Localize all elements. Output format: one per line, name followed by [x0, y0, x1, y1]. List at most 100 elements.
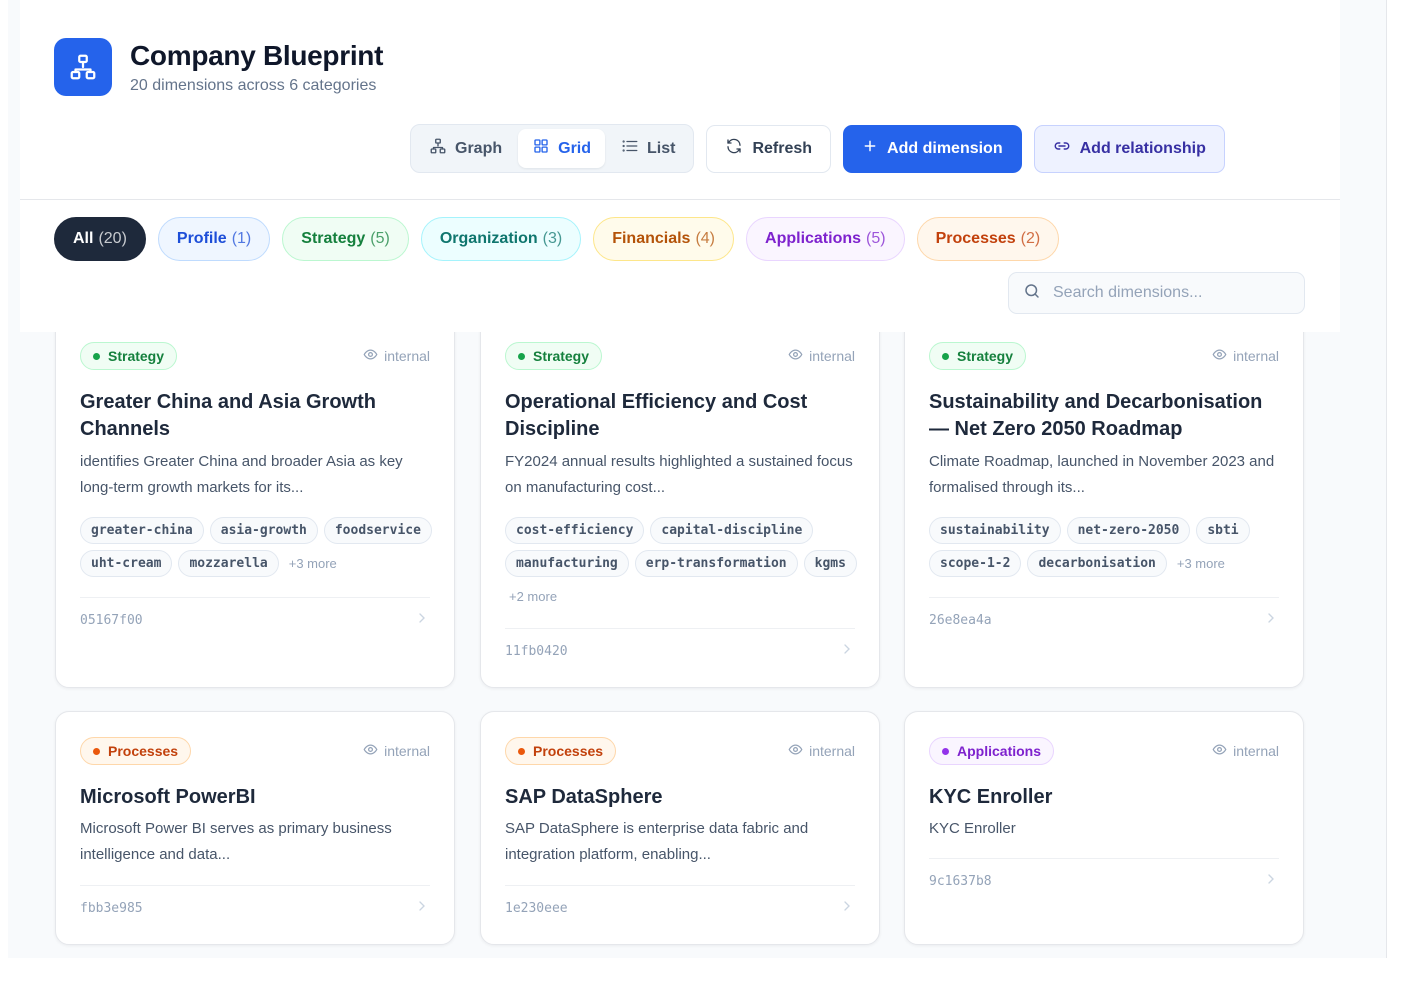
- filter-chip-all[interactable]: All (20): [54, 217, 146, 261]
- card-description: FY2024 annual results highlighted a sust…: [505, 453, 853, 496]
- dimension-card[interactable]: Strategy internal Greater China and Asia G…: [55, 296, 455, 688]
- filter-chip-strategy[interactable]: Strategy (5): [282, 217, 409, 261]
- chevron-right-icon[interactable]: [1263, 610, 1279, 631]
- category-filters: All (20) Profile (1) Strategy (5) Organization…: [54, 217, 1060, 261]
- eye-icon: [363, 347, 378, 365]
- add-dimension-button[interactable]: Add dimension: [843, 124, 1022, 173]
- category-badge-label: Strategy: [533, 348, 590, 364]
- add-relationship-button[interactable]: Add relationship: [1033, 124, 1225, 173]
- filter-chip-applications[interactable]: Applications (5): [746, 217, 905, 261]
- filter-chip-organization[interactable]: Organization (3): [420, 217, 582, 261]
- view-graph-label: Graph: [455, 139, 503, 157]
- card-header: Processes internal: [505, 736, 855, 766]
- list-icon: [621, 137, 639, 160]
- category-badge-label: Processes: [108, 743, 179, 759]
- chevron-right-icon[interactable]: [414, 898, 430, 919]
- tag[interactable]: mozzarella: [178, 550, 279, 577]
- status-dot-icon: [518, 747, 525, 755]
- dimension-id: fbb3e985: [80, 901, 143, 916]
- card-footer: 26e8ea4a: [929, 597, 1279, 631]
- view-list-button[interactable]: List: [607, 129, 689, 168]
- more-tags-label[interactable]: +3 more: [285, 550, 341, 577]
- visibility-indicator: internal: [363, 347, 430, 365]
- filter-chip-financials[interactable]: Financials (4): [593, 217, 735, 261]
- category-badge: Strategy: [929, 342, 1027, 370]
- refresh-label: Refresh: [752, 139, 813, 157]
- card-title: Microsoft PowerBI: [80, 786, 256, 808]
- visibility-label: internal: [384, 348, 430, 364]
- view-graph-button[interactable]: Graph: [415, 129, 516, 168]
- tag[interactable]: scope-1-2: [929, 550, 1022, 577]
- visibility-indicator: internal: [363, 742, 430, 760]
- chevron-right-icon[interactable]: [414, 610, 430, 631]
- tag[interactable]: greater-china: [80, 517, 204, 544]
- view-grid-label: Grid: [558, 139, 592, 157]
- grid-icon: [532, 137, 550, 160]
- filter-chip-count: (2): [1020, 230, 1041, 247]
- visibility-label: internal: [809, 348, 855, 364]
- category-badge: Processes: [80, 737, 192, 765]
- status-dot-icon: [942, 747, 949, 755]
- tag[interactable]: sbti: [1196, 517, 1250, 544]
- tag[interactable]: cost-efficiency: [505, 517, 645, 544]
- toolbar: Graph Grid List Refresh Add dimension Ad…: [410, 124, 1225, 173]
- search-icon: [1023, 282, 1041, 305]
- eye-icon: [1212, 347, 1227, 365]
- tag[interactable]: capital-discipline: [650, 517, 814, 544]
- search-box: [1008, 272, 1305, 314]
- tag[interactable]: decarbonisation: [1027, 550, 1167, 577]
- eye-icon: [788, 347, 803, 365]
- tag[interactable]: net-zero-2050: [1066, 517, 1191, 544]
- dimension-card[interactable]: Strategy internal Operational Efficiency a…: [480, 296, 880, 688]
- category-badge-label: Processes: [533, 743, 604, 759]
- more-tags-label[interactable]: +2 more: [505, 583, 561, 610]
- filter-chip-count: (1): [231, 230, 252, 247]
- tag[interactable]: erp-transformation: [634, 550, 798, 577]
- tag[interactable]: foodservice: [323, 517, 432, 544]
- filter-chip-label: Applications: [765, 230, 862, 247]
- dimension-id: 11fb0420: [505, 644, 568, 659]
- card-footer: 05167f00: [80, 597, 430, 631]
- filter-chip-processes[interactable]: Processes (2): [916, 217, 1060, 261]
- search-input[interactable]: [1053, 284, 1273, 302]
- plus-icon: [862, 138, 878, 159]
- view-grid-button[interactable]: Grid: [518, 129, 606, 168]
- chevron-right-icon[interactable]: [1263, 871, 1279, 892]
- tag-list: greater-china asia-growth foodservice uht-c…: [80, 517, 436, 577]
- category-badge-label: Applications: [957, 743, 1042, 759]
- filter-chip-count: (3): [542, 230, 563, 247]
- dimension-card[interactable]: Processes internal Microsoft PowerBI Micros…: [55, 711, 455, 945]
- dimension-card[interactable]: Applications internal KYC Enroller KYC Enro…: [904, 711, 1304, 945]
- more-tags-label[interactable]: +3 more: [1173, 550, 1229, 577]
- chevron-right-icon[interactable]: [839, 641, 855, 662]
- filter-chip-label: Strategy: [301, 230, 366, 247]
- filter-chip-profile[interactable]: Profile (1): [157, 217, 271, 261]
- card-title: Sustainability and Decarbonisation — Net…: [929, 391, 1263, 440]
- tag[interactable]: uht-cream: [80, 550, 173, 577]
- chevron-right-icon[interactable]: [839, 898, 855, 919]
- tag-list: cost-efficiency capital-discipline manufac…: [505, 517, 861, 610]
- dimension-id: 05167f00: [80, 613, 143, 628]
- status-dot-icon: [93, 352, 100, 360]
- tag[interactable]: asia-growth: [209, 517, 318, 544]
- dimension-id: 9c1637b8: [929, 874, 992, 889]
- add-dimension-label: Add dimension: [887, 139, 1003, 157]
- visibility-indicator: internal: [788, 347, 855, 365]
- tag[interactable]: kgms: [803, 550, 857, 577]
- dimension-card[interactable]: Processes internal SAP DataSphere SAP DataS…: [480, 711, 880, 945]
- header-divider: [20, 199, 1340, 200]
- app-container: Strategy internal Greater China and Asia G…: [8, 0, 1387, 958]
- visibility-label: internal: [1233, 743, 1279, 759]
- card-header: Strategy internal: [80, 341, 430, 371]
- page-subtitle: 20 dimensions across 6 categories: [130, 77, 377, 94]
- category-badge-label: Strategy: [957, 348, 1014, 364]
- dimension-card[interactable]: Strategy internal Sustainability and Decar…: [904, 296, 1304, 688]
- visibility-indicator: internal: [1212, 347, 1279, 365]
- tag[interactable]: manufacturing: [505, 550, 629, 577]
- tag[interactable]: sustainability: [929, 517, 1061, 544]
- card-header: Applications internal: [929, 736, 1279, 766]
- refresh-button[interactable]: Refresh: [706, 124, 832, 173]
- dimension-id: 1e230eee: [505, 901, 568, 916]
- filter-chip-label: Processes: [935, 230, 1016, 247]
- add-relationship-label: Add relationship: [1079, 139, 1206, 157]
